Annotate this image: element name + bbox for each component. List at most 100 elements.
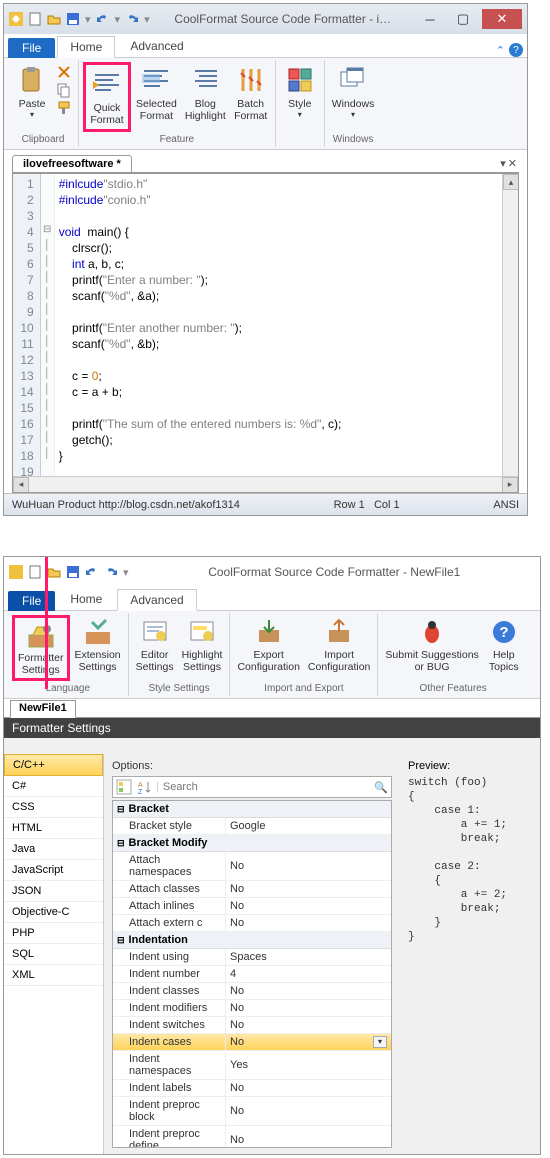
language-item[interactable]: C/C++ xyxy=(4,754,103,776)
options-grid[interactable]: ⊟ BracketBracket styleGoogle⊟ Bracket Mo… xyxy=(112,800,392,1148)
qat-open-icon[interactable] xyxy=(47,12,61,26)
file-tab[interactable]: File xyxy=(8,38,55,58)
editor-settings-button[interactable]: Editor Settings xyxy=(133,615,177,681)
formatter-settings-button[interactable]: Formatter Settings xyxy=(15,618,67,678)
tab-dropdown-icon[interactable]: ▾ xyxy=(500,157,506,170)
fold-column[interactable]: ⊟ │ │ │ │ │ │ │ │ │ │ │ │ │ │ xyxy=(41,174,55,492)
language-item[interactable]: C# xyxy=(4,776,103,797)
option-row[interactable]: Indent usingSpaces xyxy=(113,949,391,966)
paste-button[interactable]: Paste▾ xyxy=(12,62,52,132)
extension-icon xyxy=(83,617,113,647)
export-icon xyxy=(254,617,284,647)
sort-icon[interactable]: AZ xyxy=(136,779,152,795)
option-row[interactable]: Indent namespacesYes xyxy=(113,1051,391,1080)
option-row[interactable]: Attach inlinesNo xyxy=(113,898,391,915)
import-export-group-label: Import and Export xyxy=(264,681,343,694)
scrollbar-horizontal[interactable]: ◂▸ xyxy=(13,476,518,492)
document-tab[interactable]: NewFile1 xyxy=(10,700,76,718)
line-gutter: 1 2 3 4 5 6 7 8 9 10 11 12 13 14 15 16 1… xyxy=(13,174,41,492)
format-painter-icon[interactable] xyxy=(56,100,72,116)
windows-button[interactable]: Windows▾ xyxy=(329,62,378,132)
options-label: Options: xyxy=(112,760,392,772)
option-section[interactable]: ⊟ Bracket xyxy=(113,801,391,818)
svg-text:A: A xyxy=(138,782,143,789)
search-input[interactable] xyxy=(163,781,370,793)
close-button[interactable]: ✕ xyxy=(482,9,522,29)
copy-icon[interactable] xyxy=(56,82,72,98)
maximize-button[interactable]: ▢ xyxy=(449,9,477,29)
qat-redo-icon[interactable] xyxy=(104,565,118,579)
option-row[interactable]: Indent casesNo▾ xyxy=(113,1034,391,1051)
search-icon[interactable]: 🔍 xyxy=(374,781,388,794)
qat-save-icon[interactable] xyxy=(66,12,80,26)
option-row[interactable]: Attach extern cNo xyxy=(113,915,391,932)
qat-undo-icon[interactable] xyxy=(85,565,99,579)
highlight-settings-button[interactable]: Highlight Settings xyxy=(179,615,226,681)
language-item[interactable]: JavaScript xyxy=(4,860,103,881)
scrollbar-vertical[interactable]: ▴ xyxy=(502,174,518,476)
qat-undo-icon[interactable] xyxy=(96,12,110,26)
document-tabs: ilovefreesoftware * ▾ ✕ xyxy=(12,155,519,173)
status-product: WuHuan Product http://blog.csdn.net/akof… xyxy=(12,499,240,511)
help-topics-icon: ? xyxy=(489,617,519,647)
home-tab[interactable]: Home xyxy=(57,588,115,610)
export-config-button[interactable]: Export Configuration xyxy=(234,615,302,681)
qat-redo-icon[interactable] xyxy=(125,12,139,26)
option-row[interactable]: Indent preproc defineNo xyxy=(113,1126,391,1148)
language-item[interactable]: Objective-C xyxy=(4,902,103,923)
language-item[interactable]: PHP xyxy=(4,923,103,944)
code-pane[interactable]: #inlcude"stdio.h" #inlcude"conio.h" void… xyxy=(55,174,518,492)
qat-new-icon[interactable] xyxy=(28,565,42,579)
minimize-button[interactable]: ─ xyxy=(416,9,444,29)
suggestions-button[interactable]: Submit Suggestions or BUG xyxy=(382,615,481,681)
language-item[interactable]: XML xyxy=(4,965,103,986)
language-item[interactable]: Java xyxy=(4,839,103,860)
option-row[interactable]: Indent number4 xyxy=(113,966,391,983)
document-tab[interactable]: ilovefreesoftware * xyxy=(12,155,132,172)
language-item[interactable]: SQL xyxy=(4,944,103,965)
ribbon-minimize-icon[interactable]: ⌃ xyxy=(496,44,505,57)
app-icon xyxy=(9,12,23,26)
option-row[interactable]: Attach namespacesNo xyxy=(113,852,391,881)
language-item[interactable]: CSS xyxy=(4,797,103,818)
import-config-button[interactable]: Import Configuration xyxy=(305,615,373,681)
categorize-icon[interactable] xyxy=(116,779,132,795)
option-row[interactable]: Indent modifiersNo xyxy=(113,1000,391,1017)
svg-text:?: ? xyxy=(499,624,508,641)
quick-format-button[interactable]: Quick Format xyxy=(87,66,127,128)
option-row[interactable]: Attach classesNo xyxy=(113,881,391,898)
selected-format-icon xyxy=(140,64,172,96)
advanced-tab[interactable]: Advanced xyxy=(117,35,196,57)
option-row[interactable]: Bracket styleGoogle xyxy=(113,818,391,835)
advanced-tab[interactable]: Advanced xyxy=(117,589,196,611)
file-tab[interactable]: File xyxy=(8,591,55,611)
help-topics-button[interactable]: ? Help Topics xyxy=(484,615,524,681)
option-row[interactable]: Indent switchesNo xyxy=(113,1017,391,1034)
tab-close-icon[interactable]: ✕ xyxy=(508,157,517,170)
preview-label: Preview: xyxy=(408,760,532,772)
extension-settings-button[interactable]: Extension Settings xyxy=(72,615,124,681)
option-row[interactable]: Indent preproc blockNo xyxy=(113,1097,391,1126)
help-icon[interactable]: ? xyxy=(509,43,523,57)
code-editor[interactable]: 1 2 3 4 5 6 7 8 9 10 11 12 13 14 15 16 1… xyxy=(12,173,519,493)
qat-new-icon[interactable] xyxy=(28,12,42,26)
style-button[interactable]: Style▾ xyxy=(280,62,320,132)
option-section[interactable]: ⊟ Indentation xyxy=(113,932,391,949)
quick-format-icon xyxy=(91,68,123,100)
selected-format-button[interactable]: Selected Format xyxy=(133,62,180,132)
option-row[interactable]: Indent classesNo xyxy=(113,983,391,1000)
language-item[interactable]: JSON xyxy=(4,881,103,902)
qat-open-icon[interactable] xyxy=(47,565,61,579)
language-item[interactable]: HTML xyxy=(4,818,103,839)
home-tab[interactable]: Home xyxy=(57,36,115,58)
option-section[interactable]: ⊟ Bracket Modify xyxy=(113,835,391,852)
ribbon-tabs: File Home Advanced xyxy=(4,587,540,611)
qat-save-icon[interactable] xyxy=(66,565,80,579)
cut-icon[interactable] xyxy=(56,64,72,80)
batch-format-button[interactable]: Batch Format xyxy=(231,62,271,132)
blog-highlight-button[interactable]: Blog Highlight xyxy=(182,62,229,132)
option-row[interactable]: Indent labelsNo xyxy=(113,1080,391,1097)
status-encoding: ANSI xyxy=(493,499,519,511)
clipboard-group-label: Clipboard xyxy=(22,132,65,145)
paste-icon xyxy=(16,64,48,96)
